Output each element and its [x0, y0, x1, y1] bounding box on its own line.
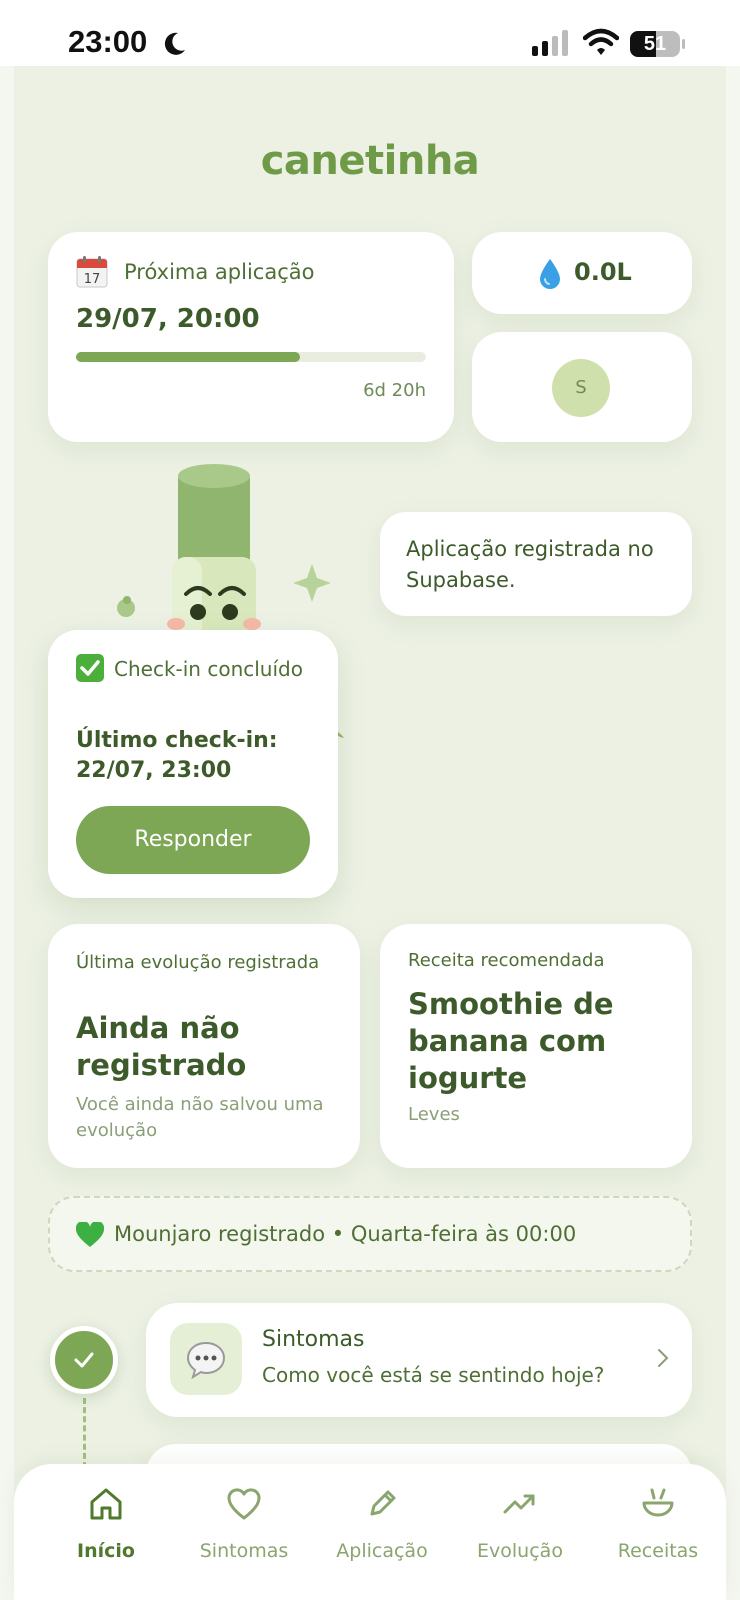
checkin-status: Check-in concluído: [114, 657, 303, 681]
nav-item-aplicacao[interactable]: Aplicação: [322, 1486, 442, 1562]
nav-item-evolucao[interactable]: Evolução: [460, 1486, 580, 1562]
app-brand: canetinha: [260, 138, 480, 184]
medication-banner: Mounjaro registrado • Quarta-feira às 00…: [48, 1196, 692, 1272]
avatar[interactable]: S: [552, 359, 610, 417]
bottom-nav: Início Sintomas Aplicação Evolução Recei…: [14, 1464, 726, 1600]
checkin-card: Check-in concluído Último check-in: 22/0…: [48, 630, 338, 898]
last-evolution-subtitle: Você ainda não salvou uma evolução: [76, 1094, 324, 1141]
nav-item-receitas[interactable]: Receitas: [598, 1486, 718, 1562]
green-heart-icon: [76, 1222, 104, 1247]
recommended-recipe-category: Leves: [408, 1104, 460, 1125]
timeline-connector: [83, 1398, 86, 1468]
symptoms-icon-box: [170, 1323, 242, 1395]
checkin-last: Último check-in: 22/07, 23:00: [76, 728, 278, 783]
battery-level: 51: [643, 33, 667, 55]
next-application-label: Próxima aplicação: [124, 260, 315, 284]
last-evolution-label: Última evolução registrada: [76, 952, 320, 973]
profile-card[interactable]: S: [472, 332, 692, 442]
nav-label-aplicacao: Aplicação: [336, 1540, 428, 1562]
symptoms-item[interactable]: Sintomas Como você está se sentindo hoje…: [146, 1303, 692, 1417]
nav-item-inicio[interactable]: Início: [46, 1486, 166, 1562]
next-application-card[interactable]: 17 Próxima aplicação 29/07, 20:00 6d 20h: [48, 232, 454, 442]
calendar-icon: 17: [76, 256, 108, 288]
status-time: 23:00: [68, 24, 148, 59]
next-application-progress-fill: [76, 352, 300, 362]
recommended-recipe-name: Smoothie de banana com iogurte: [408, 987, 614, 1095]
water-card[interactable]: 0.0L: [472, 232, 692, 314]
symptoms-title: Sintomas: [262, 1327, 365, 1352]
status-bar: 23:00 51: [0, 0, 740, 66]
symptoms-subtitle: Como você está se sentindo hoje?: [262, 1363, 605, 1387]
message-bubble: Aplicação registrada no Supabase.: [380, 512, 692, 616]
nav-label-inicio: Início: [77, 1540, 135, 1562]
last-evolution-value: Ainda não registrado: [76, 1011, 247, 1082]
signal-icon: [532, 30, 568, 56]
home-icon: [90, 1488, 122, 1520]
bowl-icon: [642, 1488, 674, 1517]
moon-icon: [164, 32, 185, 55]
next-application-date: 29/07, 20:00: [76, 304, 260, 334]
nav-item-sintomas[interactable]: Sintomas: [184, 1486, 304, 1562]
water-value: 0.0L: [574, 258, 632, 286]
heart-outline-icon: [227, 1488, 261, 1520]
svg-text:17: 17: [84, 272, 101, 287]
nav-label-evolucao: Evolução: [477, 1540, 563, 1562]
check-icon: [74, 1352, 94, 1368]
wifi-icon: [583, 28, 619, 55]
recommended-recipe-label: Receita recomendada: [408, 950, 605, 971]
respond-button[interactable]: Responder: [76, 806, 310, 874]
message-bubble-text: Aplicação registrada no Supabase.: [406, 537, 654, 592]
trending-up-icon: [503, 1494, 535, 1514]
timeline-step-done: [50, 1326, 118, 1394]
nav-label-receitas: Receitas: [617, 1540, 699, 1562]
medication-banner-text: Mounjaro registrado • Quarta-feira às 00…: [114, 1222, 577, 1246]
water-drop-icon: [540, 259, 560, 289]
last-evolution-card[interactable]: Última evolução registrada Ainda não reg…: [48, 924, 360, 1168]
pencil-icon: [370, 1490, 396, 1516]
chevron-right-icon: [658, 1349, 669, 1367]
next-application-remaining: 6d 20h: [363, 380, 426, 401]
nav-label-sintomas: Sintomas: [199, 1540, 289, 1562]
speech-bubble-icon: [186, 1341, 226, 1379]
next-application-progress: [76, 352, 426, 362]
recommended-recipe-card[interactable]: Receita recomendada Smoothie de banana c…: [380, 924, 692, 1168]
